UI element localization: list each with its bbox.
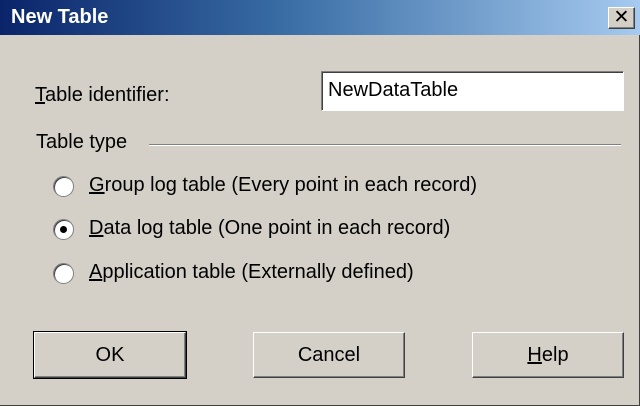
table-identifier-label-text: able identifier:: [45, 84, 170, 106]
help-button-text: elp: [541, 344, 569, 366]
new-table-dialog: New Table ✕ Table identifier: NewDataTab…: [0, 0, 640, 406]
radio-label: Group log table (Every point in each rec…: [89, 174, 477, 197]
radio-label-text: ata log table (One point in each record): [103, 217, 451, 239]
cancel-button[interactable]: Cancel: [253, 332, 405, 378]
title-bar: New Table ✕: [0, 0, 640, 35]
radio-button[interactable]: [53, 263, 74, 284]
radio-button-selected[interactable]: [53, 219, 74, 240]
table-identifier-label: Table identifier:: [35, 84, 170, 107]
radio-dot-icon: [60, 226, 67, 233]
table-identifier-input[interactable]: NewDataTable: [321, 71, 624, 111]
radio-label-accel: A: [89, 261, 103, 283]
radio-button[interactable]: [53, 176, 74, 197]
close-icon: ✕: [613, 7, 630, 28]
radio-label-accel: D: [89, 217, 104, 239]
radio-label: Data log table (One point in each record…: [89, 217, 450, 240]
radio-label: Application table (Externally defined): [89, 261, 414, 284]
group-divider: [149, 144, 621, 146]
ok-button[interactable]: OK: [33, 331, 187, 379]
radio-label-text: pplication table (Externally defined): [102, 261, 414, 283]
table-identifier-label-accel: T: [35, 84, 45, 106]
help-button-accel: H: [527, 344, 542, 366]
help-button[interactable]: Help: [472, 332, 624, 378]
window-title: New Table: [11, 6, 109, 28]
radio-label-text: roup log table (Every point in each reco…: [104, 174, 477, 196]
close-button[interactable]: ✕: [608, 7, 635, 29]
radio-label-accel: G: [89, 174, 105, 196]
table-type-group-label: Table type: [36, 131, 128, 153]
